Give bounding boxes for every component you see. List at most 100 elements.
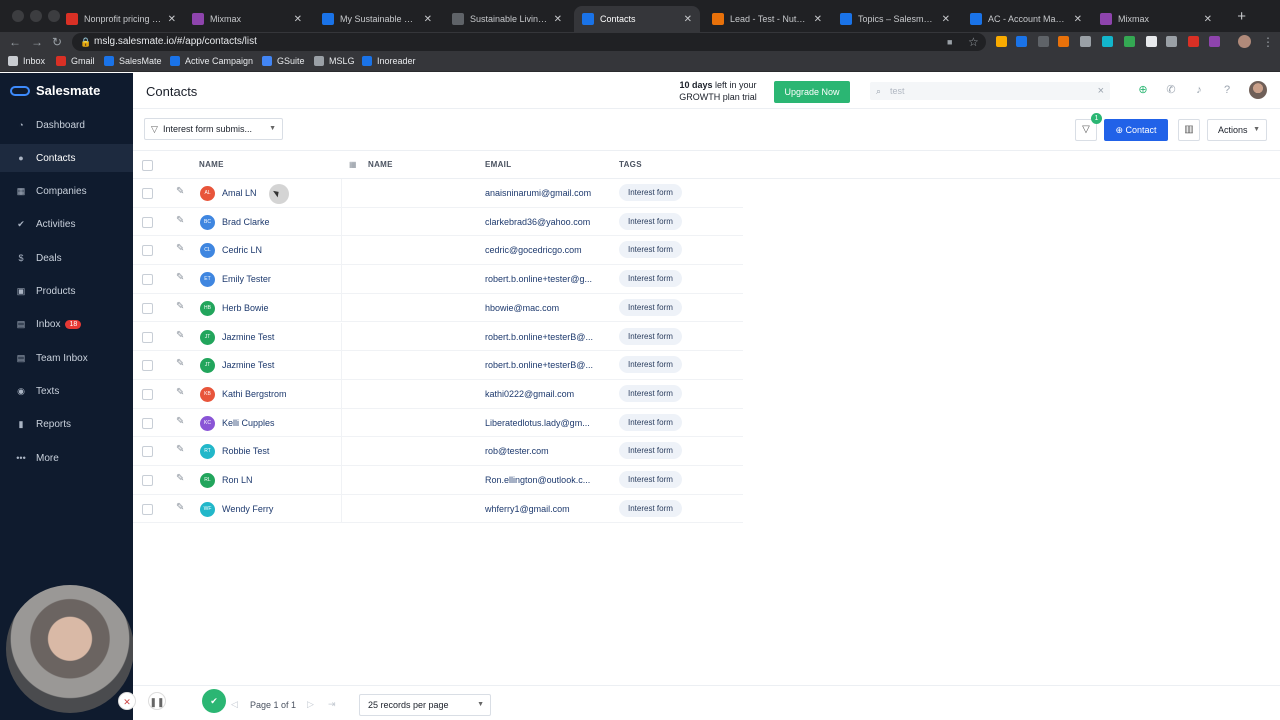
close-tab-icon[interactable]: ✕ xyxy=(294,14,302,25)
close-tab-icon[interactable]: ✕ xyxy=(168,14,176,25)
bookmark-star-icon[interactable]: ☆ xyxy=(968,35,979,49)
reload-icon[interactable]: ↻ xyxy=(52,35,62,49)
row-checkbox[interactable] xyxy=(142,446,153,458)
edit-pencil-icon[interactable]: ✎ xyxy=(176,186,184,197)
close-tab-icon[interactable]: ✕ xyxy=(942,14,950,25)
sidebar-item-products[interactable]: ▣ Products xyxy=(0,278,133,306)
row-checkbox[interactable] xyxy=(142,216,153,228)
quick-add-icon[interactable]: ⊕ xyxy=(1137,84,1149,96)
confirm-recording-icon[interactable]: ✔ xyxy=(202,689,226,713)
close-tab-icon[interactable]: ✕ xyxy=(424,14,432,25)
contact-name-link[interactable]: Kelli Cupples xyxy=(222,418,275,428)
edit-pencil-icon[interactable]: ✎ xyxy=(176,358,184,369)
row-checkbox[interactable] xyxy=(142,302,153,314)
contact-email-link[interactable]: Ron.ellington@outlook.c... xyxy=(485,475,603,485)
browser-tab[interactable]: Nonprofit pricing - rob ✕ xyxy=(58,6,184,32)
next-page-icon[interactable]: ▷ xyxy=(307,699,314,710)
row-checkbox[interactable] xyxy=(142,274,153,286)
select-all-checkbox[interactable] xyxy=(142,160,153,171)
sidebar-item-companies[interactable]: ▦ Companies xyxy=(0,178,133,206)
contact-email-link[interactable]: rob@tester.com xyxy=(485,446,603,456)
sidebar-item-texts[interactable]: ◉ Texts xyxy=(0,377,133,405)
row-checkbox[interactable] xyxy=(142,503,153,515)
address-bar[interactable]: 🔒 mslg.salesmate.io/#/app/contacts/list xyxy=(72,33,986,51)
contact-email-link[interactable]: whferry1@gmail.com xyxy=(485,504,603,514)
sidebar-item-contacts[interactable]: ● Contacts xyxy=(0,144,133,173)
pause-recording-icon[interactable]: ❚❚ xyxy=(148,692,166,710)
view-select[interactable]: ▽ Interest form submis... ▼ xyxy=(144,118,283,140)
table-row[interactable]: ✎ RL Ron LN Ron.ellington@outlook.c... Inter… xyxy=(133,466,743,495)
columns-button[interactable]: ▥ xyxy=(1178,119,1200,141)
browser-tab[interactable]: My Sustainable Living ✕ xyxy=(314,6,440,32)
table-row[interactable]: ✎ RT Robbie Test rob@tester.com Interest for… xyxy=(133,437,743,466)
sidebar-item-deals[interactable]: $ Deals xyxy=(0,244,133,272)
browser-tab[interactable]: AC - Account Manager ✕ xyxy=(962,6,1090,32)
bookmark-item[interactable]: Gmail xyxy=(56,56,95,66)
close-tab-icon[interactable]: ✕ xyxy=(1074,14,1082,25)
sidebar-item-more[interactable]: ••• More xyxy=(0,444,133,472)
contact-email-link[interactable]: hbowie@mac.com xyxy=(485,303,603,313)
edit-pencil-icon[interactable]: ✎ xyxy=(176,502,184,513)
bookmark-item[interactable]: SalesMate xyxy=(104,56,162,66)
column-header-email[interactable]: EMAIL xyxy=(485,160,511,169)
extension-icon[interactable] xyxy=(996,36,1007,47)
browser-tab[interactable]: Topics – Salesmate ✕ xyxy=(832,6,958,32)
contact-email-link[interactable]: robert.b.online+testerB@... xyxy=(485,332,603,342)
extension-icon[interactable] xyxy=(1080,36,1091,47)
table-row[interactable]: ✎ KB Kathi Bergstrom kathi0222@gmail.com Int… xyxy=(133,379,743,409)
row-checkbox[interactable] xyxy=(142,188,153,199)
row-checkbox[interactable] xyxy=(142,245,153,257)
contact-email-link[interactable]: Liberatedlotus.lady@gm... xyxy=(485,418,603,428)
close-tab-icon[interactable]: ✕ xyxy=(684,14,692,25)
row-checkbox[interactable] xyxy=(142,360,153,372)
edit-pencil-icon[interactable]: ✎ xyxy=(176,330,184,341)
contact-name-link[interactable]: Jazmine Test xyxy=(222,360,274,370)
row-checkbox[interactable] xyxy=(142,417,153,429)
contact-name-link[interactable]: Herb Bowie xyxy=(222,303,269,313)
column-header-name[interactable]: NAME xyxy=(199,160,224,169)
contact-email-link[interactable]: kathi0222@gmail.com xyxy=(485,389,603,399)
close-tab-icon[interactable]: ✕ xyxy=(1204,14,1212,25)
bookmark-item[interactable]: Inoreader xyxy=(362,56,416,66)
row-checkbox[interactable] xyxy=(142,331,153,343)
brand-logo[interactable]: Salesmate xyxy=(10,83,100,98)
bookmark-item[interactable]: GSuite xyxy=(262,56,305,66)
upgrade-now-button[interactable]: Upgrade Now xyxy=(774,81,850,103)
close-tab-icon[interactable]: ✕ xyxy=(814,14,822,25)
sidebar-item-team-inbox[interactable]: ▤ Team Inbox xyxy=(0,344,133,372)
back-icon[interactable]: ← xyxy=(9,35,21,49)
phone-icon[interactable]: ✆ xyxy=(1165,84,1177,96)
sidebar-item-reports[interactable]: ▮ Reports xyxy=(0,411,133,439)
row-checkbox[interactable] xyxy=(142,475,153,486)
contact-email-link[interactable]: anaisninarumi@gmail.com xyxy=(485,188,603,198)
row-checkbox[interactable] xyxy=(142,388,153,400)
extension-icon[interactable] xyxy=(1188,36,1199,47)
edit-pencil-icon[interactable]: ✎ xyxy=(176,473,184,484)
contact-name-link[interactable]: Brad Clarke xyxy=(222,217,270,227)
close-recording-icon[interactable]: ✕ xyxy=(118,692,136,710)
contact-name-link[interactable]: Amal LN xyxy=(222,188,257,198)
extension-icon[interactable] xyxy=(1016,36,1027,47)
bookmark-item[interactable]: MSLG xyxy=(314,56,355,66)
contact-email-link[interactable]: robert.b.online+testerB@... xyxy=(485,360,603,370)
last-page-icon[interactable]: ⇥ xyxy=(328,699,336,710)
records-per-page-select[interactable]: 25 records per page ▼ xyxy=(359,694,491,716)
column-header-tags[interactable]: TAGS xyxy=(619,160,642,169)
global-search-input[interactable]: ⌕ test × xyxy=(870,82,1110,100)
contact-name-link[interactable]: Emily Tester xyxy=(222,274,271,284)
new-tab-button[interactable]: + xyxy=(1237,9,1246,24)
contact-name-link[interactable]: Kathi Bergstrom xyxy=(222,389,287,399)
edit-pencil-icon[interactable]: ✎ xyxy=(176,215,184,226)
add-contact-button[interactable]: ⊕ Contact xyxy=(1104,119,1168,141)
camera-icon[interactable]: ■ xyxy=(947,35,952,49)
edit-pencil-icon[interactable]: ✎ xyxy=(176,416,184,427)
browser-tab[interactable]: Mixmax ✕ xyxy=(1092,6,1220,32)
browser-menu-icon[interactable]: ⋮ xyxy=(1262,35,1274,49)
contact-name-link[interactable]: Cedric LN xyxy=(222,245,262,255)
prev-page-icon[interactable]: ◁ xyxy=(231,699,238,710)
contact-email-link[interactable]: cedric@gocedricgo.com xyxy=(485,245,603,255)
help-icon[interactable]: ? xyxy=(1221,84,1233,96)
sidebar-item-inbox[interactable]: ▤ Inbox 18 xyxy=(0,311,133,339)
sidebar-item-activities[interactable]: ✔ Activities xyxy=(0,211,133,239)
clear-search-icon[interactable]: × xyxy=(1098,82,1104,100)
